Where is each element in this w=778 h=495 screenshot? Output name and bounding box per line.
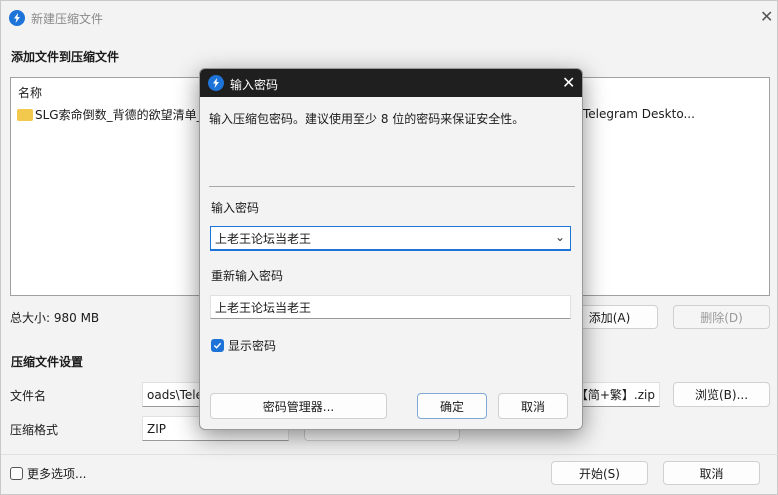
divider — [1, 454, 778, 455]
window-title: 新建压缩文件 — [31, 12, 104, 26]
password-label: 输入密码 — [211, 201, 260, 215]
ok-button[interactable]: 确定 — [417, 393, 487, 419]
divider — [209, 186, 575, 187]
chevron-down-icon[interactable]: ⌄ — [555, 230, 565, 244]
dialog-title: 输入密码 — [230, 78, 279, 92]
more-options-checkbox[interactable]: 更多选项... — [10, 465, 86, 482]
format-label: 压缩格式 — [10, 423, 59, 437]
column-header-name[interactable]: 名称 — [18, 84, 42, 101]
total-size: 总大小: 980 MB — [10, 311, 100, 325]
close-icon[interactable]: ✕ — [562, 75, 575, 91]
app-logo-icon — [9, 10, 25, 26]
add-files-heading: 添加文件到压缩文件 — [11, 50, 120, 64]
checkbox-icon — [10, 467, 23, 480]
confirm-label: 重新输入密码 — [211, 269, 284, 283]
password-dialog: 输入密码 ✕ 输入压缩包密码。建议使用至少 8 位的密码来保证安全性。 输入密码… — [199, 68, 583, 430]
show-password-checkbox[interactable]: 显示密码 — [211, 337, 276, 354]
confirm-value: 上老王论坛当老王 — [215, 300, 312, 315]
password-input[interactable]: 上老王论坛当老王 ⌄ — [210, 226, 571, 251]
more-options-label: 更多选项... — [27, 467, 87, 481]
browse-button[interactable]: 浏览(B)... — [673, 382, 770, 407]
dialog-cancel-button[interactable]: 取消 — [498, 393, 568, 419]
password-value: 上老王论坛当老王 — [215, 231, 312, 246]
filename-label: 文件名 — [10, 389, 47, 403]
dialog-description: 输入压缩包密码。建议使用至少 8 位的密码来保证安全性。 — [209, 112, 525, 126]
delete-button[interactable]: 删除(D) — [673, 305, 770, 329]
show-password-label: 显示密码 — [228, 339, 277, 353]
close-icon[interactable]: ✕ — [760, 9, 773, 25]
filename-value: oads\Tele — [147, 387, 203, 402]
password-manager-button[interactable]: 密码管理器... — [210, 393, 387, 419]
title-bar: 新建压缩文件 ✕ — [1, 1, 778, 33]
check-icon — [211, 339, 224, 352]
start-button[interactable]: 开始(S) — [551, 461, 648, 485]
format-value: ZIP — [147, 421, 166, 436]
settings-heading: 压缩文件设置 — [11, 355, 84, 369]
list-item-name: SLG索命倒数_背德的欲望清单_ — [35, 108, 203, 122]
filename-suffix: 【简+繁】.zip — [575, 388, 655, 402]
app-logo-icon — [208, 75, 224, 91]
dialog-title-bar: 输入密码 ✕ — [200, 69, 582, 97]
confirm-password-input[interactable]: 上老王论坛当老王 — [210, 295, 571, 319]
list-item[interactable]: SLG索命倒数_背德的欲望清单_ — [17, 106, 203, 123]
folder-icon — [17, 108, 33, 121]
list-item-name[interactable]: Telegram Deskto... — [583, 107, 695, 121]
cancel-button[interactable]: 取消 — [663, 461, 760, 485]
